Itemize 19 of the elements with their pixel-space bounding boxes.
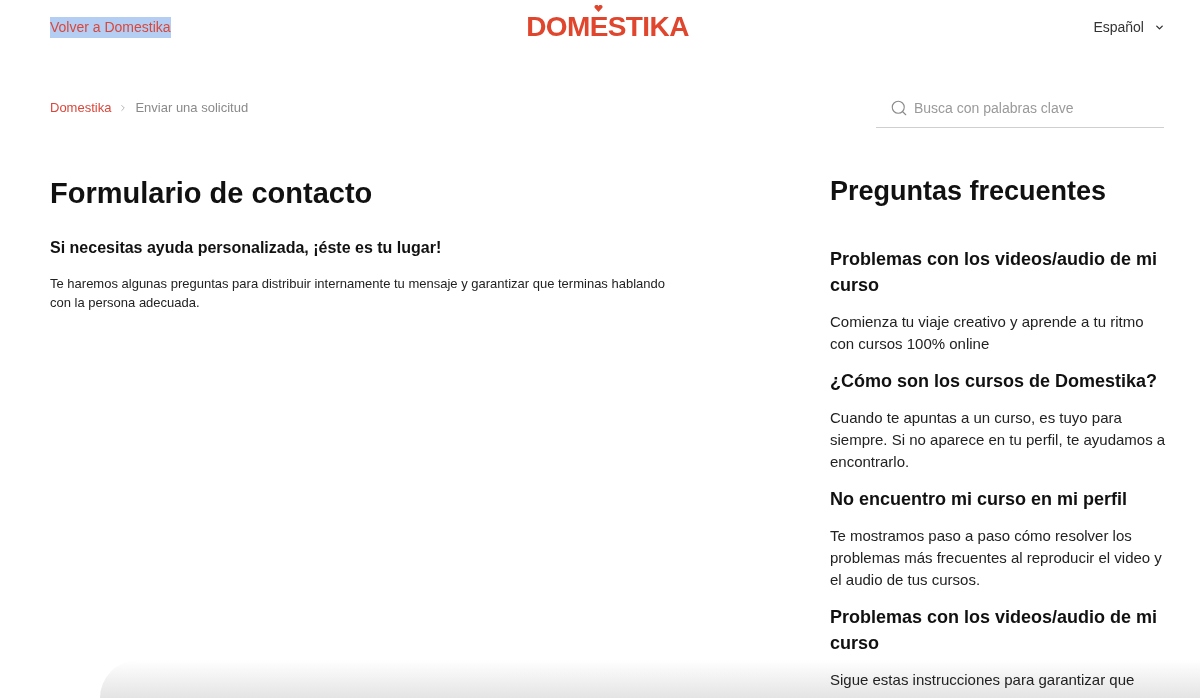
faq-answer: Te mostramos paso a paso cómo resolver los problemas más frecuentes al reproducir el video y el audio de tus cursos. bbox=[830, 526, 1163, 590]
faq-question[interactable]: ¿Cómo son los cursos de Domestika? bbox=[830, 368, 1170, 394]
faq-title: Preguntas frecuentes bbox=[830, 175, 1108, 208]
faq-question[interactable]: No encuentro mi curso en mi perfil bbox=[830, 486, 1170, 512]
search-field[interactable]: Busca con palabras clave bbox=[876, 88, 1164, 128]
faq-question[interactable]: Problemas con los videos/audio de mi curso bbox=[830, 604, 1170, 656]
page-title: Formulario de contacto bbox=[50, 176, 374, 211]
faq-question[interactable]: Problemas con los videos/audio de mi curso bbox=[830, 246, 1170, 298]
search-icon bbox=[890, 99, 908, 117]
heart-icon bbox=[594, 5, 604, 12]
language-select[interactable]: Español bbox=[1093, 17, 1165, 37]
form-description: Te haremos algunas preguntas para distribuir internamente tu mensaje y garantizar que terminas hablando con la persona adecuada. bbox=[50, 275, 666, 312]
breadcrumb-link[interactable]: Domestika bbox=[50, 99, 112, 117]
faq-answer: Cuando te apuntas a un curso, es tuyo para siempre. Si no aparece en tu perfil, te ayudamos a encontrarlo. bbox=[830, 408, 1167, 472]
form-subtitle: Si necesitas ayuda personalizada, ¡éste es tu lugar! bbox=[50, 238, 443, 258]
faq-answer: Sigue estas instrucciones para garantizar que bbox=[830, 670, 1136, 690]
faq-answer: Comienza tu viaje creativo y aprende a tu ritmo con cursos 100% online bbox=[830, 312, 1145, 354]
logo[interactable]: DOMESTIKA bbox=[526, 11, 689, 43]
breadcrumb-current: Enviar una solicitud bbox=[135, 99, 249, 117]
